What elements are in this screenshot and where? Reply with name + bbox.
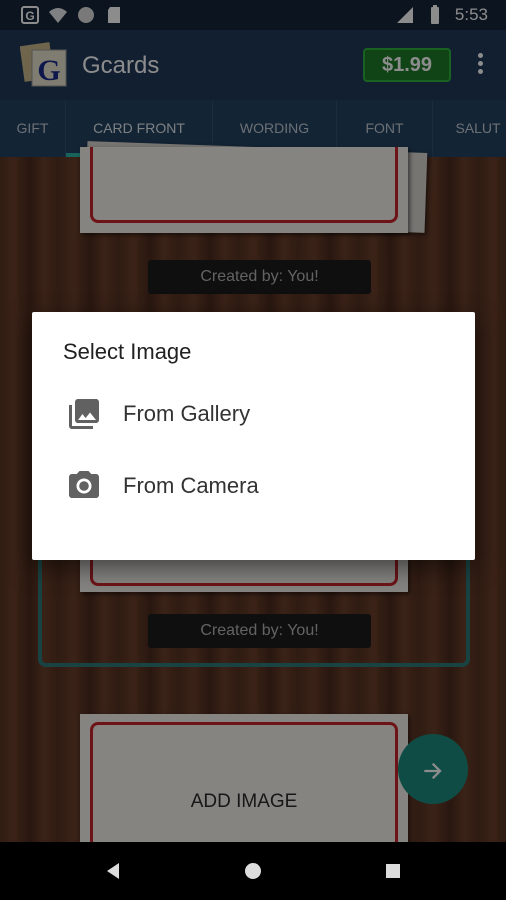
from-gallery-option[interactable]: From Gallery <box>32 383 475 445</box>
from-camera-option[interactable]: From Camera <box>32 455 475 517</box>
back-icon[interactable] <box>101 859 125 883</box>
gallery-icon <box>69 399 99 429</box>
navigation-bar <box>0 842 506 900</box>
from-gallery-label: From Gallery <box>123 401 251 426</box>
dialog-title: Select Image <box>63 339 192 364</box>
select-image-dialog: Select Image From Gallery From Camera <box>32 312 475 560</box>
camera-icon <box>69 471 99 498</box>
home-icon[interactable] <box>241 859 265 883</box>
recents-icon[interactable] <box>381 859 405 883</box>
from-camera-label: From Camera <box>123 473 259 498</box>
